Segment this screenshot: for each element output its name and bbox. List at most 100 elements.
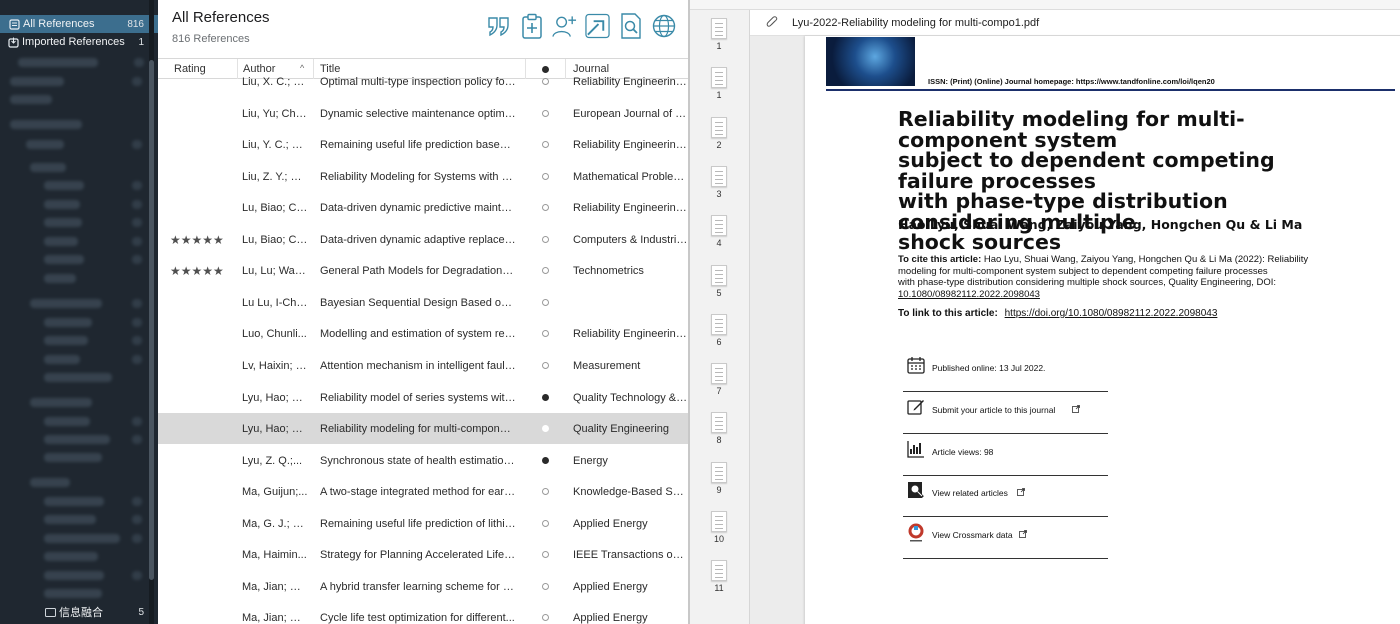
meta-divider — [903, 391, 1108, 392]
journal-cell: Technometrics — [573, 264, 644, 277]
crossmark-icon — [907, 523, 927, 543]
table-row[interactable]: Lyu, Z. Q.;... Synchronous state of healt… — [158, 445, 688, 476]
sidebar-item-group[interactable]: 信息融合 5 — [0, 603, 158, 621]
article-authors: Hao Lyu, Shuai Wang, Zaiyou Yang, Hongch… — [898, 217, 1303, 232]
read-status-cell[interactable] — [539, 612, 551, 624]
table-row[interactable]: Liu, Z. Y.; M... Reliability Modeling for… — [158, 161, 688, 192]
meta-item[interactable]: View Crossmark data — [903, 521, 1108, 562]
table-row[interactable]: Luo, Chunli... Modelling and estimation o… — [158, 318, 688, 349]
journal-cell: Reliability Engineering & ... — [573, 327, 688, 340]
find-document-icon[interactable] — [618, 12, 643, 39]
page-thumbnail-number: 4 — [716, 238, 722, 248]
page-thumbnail[interactable] — [711, 166, 727, 187]
meta-item[interactable]: View related articles — [903, 479, 1108, 520]
read-status-cell[interactable] — [539, 360, 551, 372]
title-cell: Bayesian Sequential Design Based on D... — [320, 296, 516, 309]
share-arrow-icon[interactable] — [585, 12, 610, 39]
read-status-cell[interactable] — [539, 297, 551, 309]
read-status-cell[interactable] — [539, 76, 551, 88]
rating-stars[interactable]: ★★★★★ — [170, 264, 236, 278]
author-cell: Ma, Guijun;... — [242, 485, 308, 498]
page-thumbnail-number: 6 — [716, 337, 722, 347]
sidebar-item-imported-references[interactable]: Imported References 1 — [0, 33, 158, 51]
page-thumbnail[interactable] — [711, 314, 727, 335]
page-thumbnail[interactable] — [711, 560, 727, 581]
table-row[interactable]: Ma, Jian; Xu... Cycle life test optimizat… — [158, 602, 688, 624]
globe-icon[interactable] — [651, 12, 676, 39]
read-status-cell[interactable] — [539, 455, 551, 467]
sidebar: All References 816 Imported References 1 — [0, 0, 158, 624]
table-row[interactable]: Ma, G. J.; Z... Remaining useful life pre… — [158, 508, 688, 539]
title-cell: Data-driven dynamic adaptive replacem... — [320, 233, 516, 246]
reference-count: 816 References — [172, 33, 250, 45]
table-row[interactable]: Liu, X. C.; S... Optimal multi-type inspe… — [158, 66, 688, 97]
table-row[interactable]: ★★★★★ Lu, Biao; Ch... Data-driven dynamic … — [158, 224, 688, 255]
read-status-cell[interactable] — [539, 108, 551, 120]
author-cell: Lu, Biao; Ch... — [242, 233, 308, 246]
journal-cover-image — [826, 37, 915, 86]
page-thumbnail-number: 3 — [716, 189, 722, 199]
table-row[interactable]: Ma, Guijun;... A two-stage integrated met… — [158, 476, 688, 507]
page-thumbnail[interactable] — [711, 215, 727, 236]
sidebar-scrollbar[interactable] — [149, 0, 154, 624]
read-status-cell[interactable] — [539, 486, 551, 498]
quote-icon[interactable] — [486, 12, 511, 39]
read-dot-icon — [541, 424, 549, 432]
table-row[interactable]: Lyu, Hao; W... Reliability modeling for m… — [158, 413, 688, 444]
page-thumbnail[interactable] — [711, 18, 727, 39]
page-thumbnail[interactable] — [711, 363, 727, 384]
page-thumbnail[interactable] — [711, 462, 727, 483]
read-status-cell[interactable] — [539, 549, 551, 561]
read-dot-icon — [541, 266, 549, 274]
paperclip-icon[interactable] — [766, 16, 782, 29]
read-dot-icon — [541, 109, 549, 117]
table-row[interactable]: Lu, Biao; Ch... Data-driven dynamic predi… — [158, 192, 688, 223]
table-row[interactable]: Ma, Haimin... Strategy for Planning Accel… — [158, 539, 688, 570]
read-status-cell[interactable] — [539, 234, 551, 246]
journal-cell: Computers & Industrial E... — [573, 233, 688, 246]
reference-list-pane: All References 816 References Rating Aut… — [158, 0, 688, 624]
clipboard-add-icon[interactable] — [519, 12, 544, 39]
link-label: To link to this article: — [898, 308, 998, 319]
read-status-cell[interactable] — [539, 518, 551, 530]
table-row[interactable]: Liu, Y. C.; H... Remaining useful life pr… — [158, 129, 688, 160]
read-status-cell[interactable] — [539, 328, 551, 340]
table-row[interactable]: ★★★★★ Lu, Lu; Wan... General Path Models f… — [158, 255, 688, 286]
table-row[interactable]: Lu Lu, I-Che... Bayesian Sequential Desig… — [158, 287, 688, 318]
page-thumbnail[interactable] — [711, 511, 727, 532]
read-status-cell[interactable] — [539, 581, 551, 593]
pdf-filename[interactable]: Lyu-2022-Reliability modeling for multi-… — [792, 17, 1039, 29]
read-status-cell[interactable] — [539, 423, 551, 435]
read-dot-icon — [541, 203, 549, 211]
journal-cell: Measurement — [573, 359, 641, 372]
doi-link[interactable]: https://doi.org/10.1080/08982112.2022.20… — [1005, 308, 1218, 319]
page-thumbnail[interactable] — [711, 67, 727, 88]
page-thumbnail[interactable] — [711, 265, 727, 286]
read-status-cell[interactable] — [539, 392, 551, 404]
table-row[interactable]: Lyu, Hao; Q... Reliability model of serie… — [158, 382, 688, 413]
sidebar-item-all-references[interactable]: All References 816 — [0, 15, 158, 33]
add-user-icon[interactable] — [552, 12, 577, 39]
title-cell: Reliability Modeling for Systems with Mu… — [320, 170, 516, 183]
read-status-cell[interactable] — [539, 171, 551, 183]
read-status-cell[interactable] — [539, 265, 551, 277]
read-status-cell[interactable] — [539, 139, 551, 151]
read-status-cell[interactable] — [539, 202, 551, 214]
title-cell: Data-driven dynamic predictive mainten..… — [320, 201, 516, 214]
rating-stars[interactable]: ★★★★★ — [170, 233, 236, 247]
read-dot-icon — [541, 361, 549, 369]
table-row[interactable]: Liu, Yu; Che... Dynamic selective mainten… — [158, 98, 688, 129]
cite-doi[interactable]: 10.1080/08982112.2022.2098043 — [898, 289, 1328, 301]
author-cell: Lu, Biao; Ch... — [242, 201, 308, 214]
author-cell: Lu Lu, I-Che... — [242, 296, 308, 309]
page-thumbnail[interactable] — [711, 117, 727, 138]
read-dot-icon — [541, 77, 549, 85]
sidebar-item-label: 信息融合 — [59, 607, 103, 619]
page-thumbnail[interactable] — [711, 412, 727, 433]
journal-cell: Quality Engineering — [573, 422, 670, 435]
table-row[interactable]: Lv, Haixin; C... Attention mechanism in i… — [158, 350, 688, 381]
table-row[interactable]: Ma, Jian; Sh... A hybrid transfer learnin… — [158, 571, 688, 602]
cite-text: Hao Lyu, Shuai Wang, Zaiyou Yang, Hongch… — [981, 254, 1309, 265]
meta-divider — [903, 475, 1108, 476]
meta-item[interactable]: Submit your article to this journal — [903, 396, 1108, 437]
